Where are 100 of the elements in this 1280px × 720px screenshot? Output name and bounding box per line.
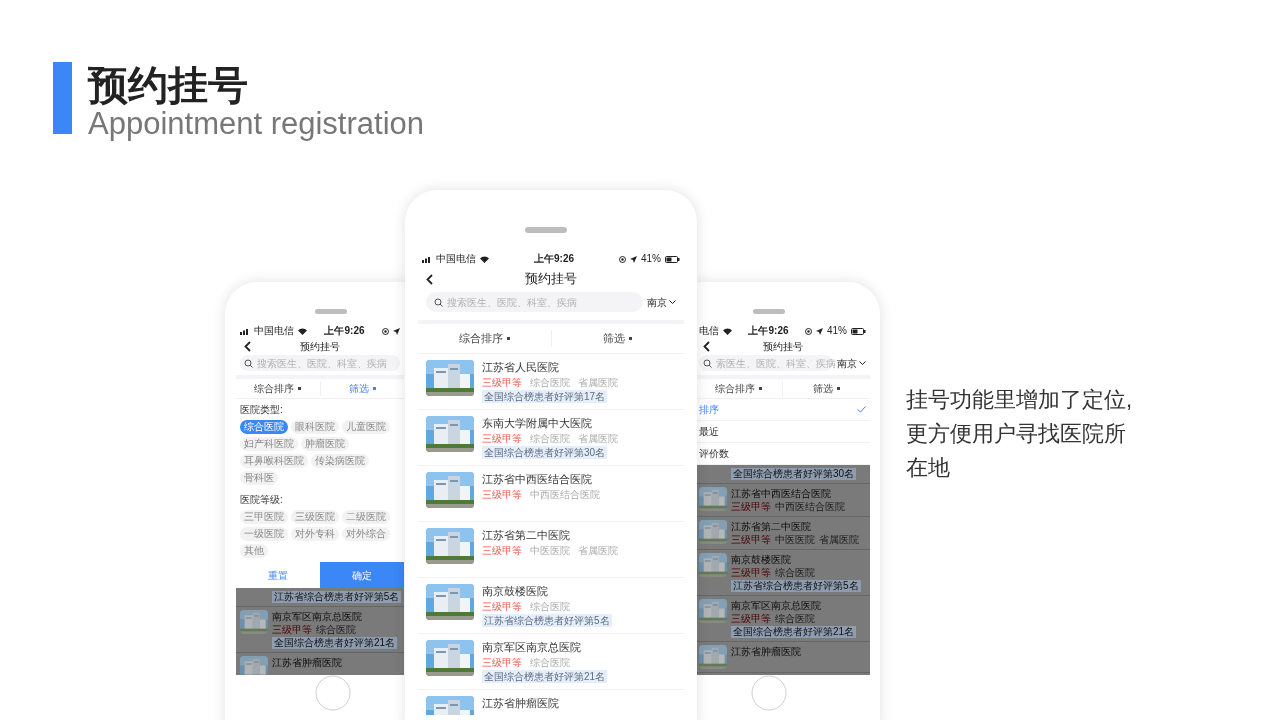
wifi-icon xyxy=(480,255,489,263)
filter-chip[interactable]: 对外综合 xyxy=(342,527,390,541)
city-picker[interactable]: 南京 xyxy=(837,355,866,371)
rank-badge: 全国综合榜患者好评第21名 xyxy=(482,670,608,683)
hospital-grade: 三级甲等 xyxy=(272,624,312,636)
hospital-name[interactable]: 江苏省肿瘤医院 xyxy=(731,645,801,658)
filter-chip[interactable]: 其他 xyxy=(240,544,268,558)
dropdown-icon xyxy=(298,387,302,390)
hospital-name[interactable]: 江苏省中西医结合医院 xyxy=(731,487,845,500)
hospital-name[interactable]: 江苏省人民医院 xyxy=(482,360,618,375)
hospital-name[interactable]: 江苏省第二中医院 xyxy=(731,520,859,533)
filter-chip[interactable]: 一级医院 xyxy=(240,527,288,541)
hospital-grade: 三级甲等 xyxy=(482,600,522,613)
sort-tab[interactable]: 综合排序 xyxy=(695,381,782,396)
hospital-grade: 三级甲等 xyxy=(731,613,771,625)
hospital-grade: 三级甲等 xyxy=(731,534,771,546)
city-picker[interactable]: 南京 xyxy=(647,294,676,310)
confirm-button[interactable]: 确定 xyxy=(320,562,404,588)
hospital-tag: 综合医院 xyxy=(775,613,815,625)
hospital-name[interactable]: 南京鼓楼医院 xyxy=(731,553,861,566)
rank-badge: 全国综合榜患者好评第21名 xyxy=(272,637,398,649)
filter-chip[interactable]: 肿瘤医院 xyxy=(301,437,349,451)
filter-chip[interactable]: 二级医院 xyxy=(342,510,390,524)
hospital-tag: 中医医院 xyxy=(530,544,570,557)
status-time: 上午9:26 xyxy=(324,325,365,337)
hospital-name[interactable]: 江苏省中西医结合医院 xyxy=(482,472,600,487)
back-icon[interactable] xyxy=(703,340,710,352)
sort-tab[interactable]: 筛选 xyxy=(550,330,684,347)
hospital-name[interactable]: 江苏省第二中医院 xyxy=(482,528,618,543)
carrier-name: 中国电信 xyxy=(436,252,476,266)
search-icon xyxy=(703,358,712,368)
wifi-icon xyxy=(723,327,732,335)
rank-badge: 江苏省综合榜患者好评第5名 xyxy=(271,591,402,603)
hospital-name[interactable]: 江苏省肿瘤医院 xyxy=(272,656,342,669)
filter-chip[interactable]: 综合医院 xyxy=(240,420,288,434)
hospital-grade: 三级甲等 xyxy=(731,501,771,513)
nav-title: 预约挂号 xyxy=(300,339,340,354)
signal-icon xyxy=(422,255,432,263)
hospital-tag: 省属医院 xyxy=(578,376,618,389)
filter-chip[interactable]: 耳鼻喉科医院 xyxy=(240,454,308,468)
battery-percent: 41% xyxy=(641,252,661,266)
filter-chip[interactable]: 对外专科 xyxy=(291,527,339,541)
slide-subtitle: Appointment registration xyxy=(88,108,425,140)
hospital-name[interactable]: 东南大学附属中大医院 xyxy=(482,416,618,431)
filter-chip[interactable]: 妇产科医院 xyxy=(240,437,298,451)
hospital-tag: 综合医院 xyxy=(530,432,570,445)
filter-chip[interactable]: 眼科医院 xyxy=(291,420,339,434)
signal-icon xyxy=(240,327,250,335)
location-icon xyxy=(816,327,823,335)
hospital-name[interactable]: 南京鼓楼医院 xyxy=(482,584,612,599)
nav-title: 预约挂号 xyxy=(525,270,577,289)
check-icon xyxy=(857,406,866,413)
rank-badge: 江苏省综合榜患者好评第5名 xyxy=(731,580,861,592)
hospital-tag: 综合医院 xyxy=(775,567,815,579)
dropdown-icon xyxy=(837,387,840,390)
hospital-tag: 中医医院 xyxy=(775,534,815,546)
hospital-tag: 省属医院 xyxy=(819,534,859,546)
lock-rotation-icon xyxy=(382,327,389,335)
feature-note: 挂号功能里增加了定位,更方便用户寻找医院所在地 xyxy=(906,386,1134,482)
hospital-grade: 三级甲等 xyxy=(482,432,522,445)
lock-rotation-icon xyxy=(805,327,812,335)
status-time: 上午9:26 xyxy=(534,252,574,266)
sort-option[interactable]: 排序 xyxy=(695,399,870,421)
sort-option[interactable]: 最近 xyxy=(695,421,870,443)
filter-chip[interactable]: 儿童医院 xyxy=(342,420,390,434)
sort-tab[interactable]: 综合排序 xyxy=(236,381,320,396)
dropdown-icon xyxy=(506,337,510,340)
hospital-tag: 综合医院 xyxy=(530,376,570,389)
search-icon xyxy=(244,358,253,368)
hospital-grade: 三级甲等 xyxy=(731,567,771,579)
hospital-grade: 三级甲等 xyxy=(482,544,522,557)
hospital-tag: 中西医结合医院 xyxy=(775,501,845,513)
speaker-icon xyxy=(315,309,347,314)
hospital-name[interactable]: 南京军区南京总医院 xyxy=(272,610,398,623)
rank-badge: 全国综合榜患者好评第21名 xyxy=(731,626,857,638)
back-icon[interactable] xyxy=(426,273,433,285)
hospital-grade: 三级甲等 xyxy=(482,656,522,669)
filter-chip[interactable]: 传染病医院 xyxy=(311,454,369,468)
filter-chip[interactable]: 三级医院 xyxy=(291,510,339,524)
filter-group-label: 医院类型: xyxy=(240,403,284,416)
rank-badge: 全国综合榜患者好评第30名 xyxy=(731,468,857,480)
hospital-name[interactable]: 南京军区南京总医院 xyxy=(482,640,608,655)
back-icon[interactable] xyxy=(244,340,251,352)
dropdown-icon xyxy=(759,387,762,390)
hospital-tag: 综合医院 xyxy=(316,624,356,636)
filter-chip[interactable]: 骨科医 xyxy=(240,471,278,485)
filter-chip[interactable]: 三甲医院 xyxy=(240,510,288,524)
sort-tab[interactable]: 综合排序 xyxy=(418,330,551,347)
hospital-tag: 中西医结合医院 xyxy=(530,488,600,501)
hospital-tag: 综合医院 xyxy=(530,600,570,613)
carrier-name: 中国电信 xyxy=(254,325,294,337)
sort-tab[interactable]: 筛选 xyxy=(319,381,404,396)
hospital-grade: 三级甲等 xyxy=(482,488,522,501)
hospital-name[interactable]: 南京军区南京总医院 xyxy=(731,599,857,612)
hospital-tag: 省属医院 xyxy=(578,432,618,445)
sort-tab[interactable]: 筛选 xyxy=(782,381,870,396)
slide-title: 预约挂号 xyxy=(88,62,249,108)
hospital-name[interactable]: 江苏省肿瘤医院 xyxy=(482,696,559,711)
hospital-tag: 省属医院 xyxy=(578,544,618,557)
chevron-down-icon xyxy=(859,360,866,366)
